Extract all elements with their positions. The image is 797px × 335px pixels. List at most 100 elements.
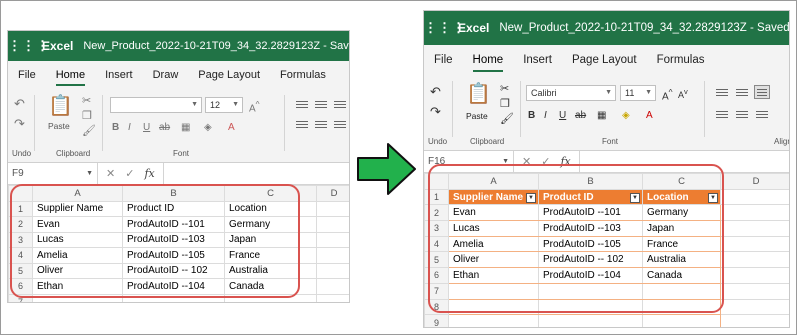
- column-header[interactable]: D: [720, 173, 789, 190]
- cell[interactable]: Location: [224, 200, 317, 217]
- column-header[interactable]: B: [122, 185, 225, 202]
- italic-icon[interactable]: I: [128, 121, 131, 135]
- cell[interactable]: Canada: [642, 267, 721, 284]
- grow-font-icon[interactable]: A^: [662, 85, 673, 104]
- tab-insert[interactable]: Insert: [513, 45, 562, 75]
- enter-icon[interactable]: ✓: [125, 167, 134, 180]
- select-all-corner[interactable]: [424, 173, 449, 190]
- cell[interactable]: [642, 298, 721, 316]
- paste-icon[interactable]: 📋: [48, 95, 73, 117]
- cell[interactable]: [316, 231, 349, 248]
- row-header[interactable]: 3: [8, 231, 33, 248]
- format-painter-icon[interactable]: 🖌: [82, 124, 96, 138]
- insert-function-icon[interactable]: fx: [144, 167, 154, 180]
- app-launcher-icon[interactable]: ⋮⋮⋮: [8, 38, 49, 54]
- cell[interactable]: [538, 314, 643, 327]
- cell[interactable]: [538, 298, 643, 316]
- cell[interactable]: ProdAutoID --105: [122, 247, 225, 264]
- column-header[interactable]: A: [448, 173, 539, 190]
- tab-page-layout[interactable]: Page Layout: [562, 45, 647, 75]
- cut-icon[interactable]: ✂: [500, 82, 509, 96]
- insert-function-icon[interactable]: fx: [560, 155, 570, 168]
- row-header[interactable]: 4: [8, 247, 33, 264]
- paste-icon[interactable]: 📋: [466, 83, 491, 105]
- cell[interactable]: [720, 188, 789, 206]
- cell[interactable]: ProdAutoID --103: [538, 220, 643, 237]
- cell[interactable]: ProdAutoID --101: [122, 216, 225, 233]
- bold-icon[interactable]: B: [112, 121, 119, 135]
- undo-icon[interactable]: ↶: [14, 97, 25, 111]
- cell[interactable]: Ethan: [32, 278, 123, 295]
- cell[interactable]: Australia: [224, 262, 317, 279]
- cell[interactable]: Oliver: [32, 262, 123, 279]
- table-header-cell[interactable]: Location ▼: [642, 188, 721, 206]
- cell[interactable]: [316, 216, 349, 233]
- cell[interactable]: ProdAutoID -- 102: [538, 251, 643, 269]
- cell[interactable]: [448, 298, 539, 316]
- cell[interactable]: [720, 204, 789, 222]
- align-top-icon[interactable]: [294, 97, 310, 111]
- row-header[interactable]: 7: [424, 282, 449, 300]
- font-color-icon[interactable]: A: [228, 121, 235, 135]
- align-center-icon[interactable]: [734, 107, 750, 121]
- row-header[interactable]: 2: [424, 204, 449, 222]
- cell[interactable]: Canada: [224, 278, 317, 295]
- fill-color-icon[interactable]: ◈: [204, 121, 212, 135]
- cell[interactable]: Supplier Name: [32, 200, 123, 217]
- cell[interactable]: ProdAutoID --103: [122, 231, 225, 248]
- align-bottom-icon[interactable]: [332, 97, 348, 111]
- column-header[interactable]: D: [316, 185, 349, 202]
- enter-icon[interactable]: ✓: [541, 155, 550, 168]
- align-right-icon[interactable]: [754, 107, 770, 121]
- fill-color-icon[interactable]: ◈: [622, 109, 630, 123]
- cell[interactable]: [720, 314, 789, 327]
- table-header-cell[interactable]: Product ID ▼: [538, 188, 643, 206]
- tab-formulas[interactable]: Formulas: [270, 61, 336, 89]
- underline-icon[interactable]: U: [559, 109, 566, 123]
- undo-icon[interactable]: ↶: [430, 85, 441, 99]
- cell[interactable]: Evan: [448, 204, 539, 222]
- cancel-icon[interactable]: ✕: [522, 155, 531, 168]
- font-size-combo[interactable]: 12 ▼: [205, 97, 243, 113]
- cell[interactable]: [720, 235, 789, 253]
- cell[interactable]: [122, 293, 225, 302]
- name-box[interactable]: F9 ▼: [8, 163, 98, 184]
- row-header[interactable]: 6: [8, 278, 33, 295]
- cell[interactable]: Lucas: [32, 231, 123, 248]
- table-header-cell[interactable]: Supplier Name ▼: [448, 188, 539, 206]
- cell[interactable]: Germany: [642, 204, 721, 222]
- cell[interactable]: [448, 282, 539, 300]
- cell[interactable]: ProdAutoID -- 102: [122, 262, 225, 279]
- cell[interactable]: Oliver: [448, 251, 539, 269]
- font-size-combo[interactable]: 11 ▼: [620, 85, 656, 101]
- strikethrough-icon[interactable]: ab: [575, 109, 586, 123]
- cell[interactable]: Ethan: [448, 267, 539, 284]
- tab-file[interactable]: File: [424, 45, 463, 75]
- cell[interactable]: Germany: [224, 216, 317, 233]
- cell[interactable]: [316, 293, 349, 302]
- filter-dropdown-icon[interactable]: ▼: [708, 192, 718, 203]
- cell[interactable]: [316, 262, 349, 279]
- row-header[interactable]: 1: [8, 200, 33, 217]
- align-left-icon[interactable]: [714, 107, 730, 121]
- italic-icon[interactable]: I: [544, 109, 547, 123]
- row-header[interactable]: 7: [8, 293, 33, 302]
- column-header[interactable]: C: [642, 173, 721, 190]
- cell[interactable]: Japan: [642, 220, 721, 237]
- cell[interactable]: [224, 293, 317, 302]
- font-name-combo[interactable]: Calibri ▼: [526, 85, 616, 101]
- redo-icon[interactable]: ↷: [430, 105, 441, 119]
- font-color-icon[interactable]: A: [646, 109, 653, 123]
- row-header[interactable]: 9: [424, 314, 449, 327]
- align-middle-icon[interactable]: [734, 85, 750, 99]
- filter-dropdown-icon[interactable]: ▼: [630, 192, 640, 203]
- borders-icon[interactable]: ▦: [597, 109, 606, 123]
- cell[interactable]: Amelia: [448, 235, 539, 253]
- row-header[interactable]: 1: [424, 188, 449, 206]
- font-name-combo[interactable]: ▼: [110, 97, 202, 113]
- tab-page-layout[interactable]: Page Layout: [188, 61, 270, 89]
- row-header[interactable]: 6: [424, 267, 449, 284]
- cell[interactable]: Japan: [224, 231, 317, 248]
- row-header[interactable]: 3: [424, 220, 449, 237]
- tab-insert[interactable]: Insert: [95, 61, 143, 89]
